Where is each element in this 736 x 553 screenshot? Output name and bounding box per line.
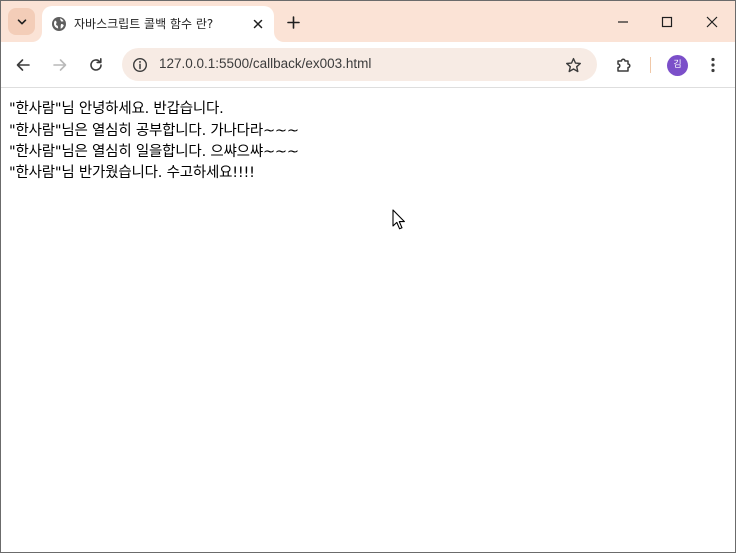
site-info-button[interactable] (129, 54, 150, 75)
plus-icon (286, 15, 300, 29)
back-button[interactable] (9, 51, 37, 79)
output-line: "한사람"님 반가웠습니다. 수고하세요!!!! (9, 165, 255, 181)
globe-icon (52, 17, 66, 31)
bookmark-button[interactable] (562, 54, 584, 76)
arrow-right-icon (53, 59, 67, 71)
tab-close-button[interactable] (249, 15, 267, 33)
reload-icon (90, 58, 102, 71)
browser-window: 자바스크립트 콜백 함수 란? 127.0.0.1:5500/callback/… (0, 0, 736, 553)
tab-strip: 자바스크립트 콜백 함수 란? (1, 1, 735, 42)
toolbar-divider (650, 57, 651, 73)
maximize-button[interactable] (652, 7, 682, 37)
output-line: "한사람"님은 열심히 일을합니다. 으쌰으쌰~~~ (9, 144, 299, 160)
address-bar[interactable]: 127.0.0.1:5500/callback/ex003.html (122, 48, 597, 81)
tab-search-button[interactable] (8, 8, 35, 35)
new-tab-button[interactable] (282, 11, 304, 33)
chevron-down-icon (17, 18, 26, 24)
maximize-icon (661, 16, 673, 28)
url-text[interactable]: 127.0.0.1:5500/callback/ex003.html (159, 56, 371, 71)
close-icon (706, 16, 718, 28)
output-line: "한사람"님 안녕하세요. 반갑습니다. (9, 101, 224, 117)
output-line: "한사람"님은 열심히 공부합니다. 가나다라~~~ (9, 123, 299, 139)
puzzle-icon (617, 58, 631, 72)
tab-title: 자바스크립트 콜백 함수 란? (74, 17, 214, 31)
info-icon (132, 57, 147, 72)
browser-toolbar: 127.0.0.1:5500/callback/ex003.html 김 (1, 42, 735, 88)
close-icon (253, 19, 263, 29)
page-content: "한사람"님 안녕하세요. 반갑습니다. "한사람"님은 열심히 공부합니다. … (1, 89, 735, 552)
forward-button[interactable] (46, 51, 74, 79)
extensions-button[interactable] (612, 53, 636, 77)
menu-button[interactable] (703, 53, 723, 77)
tab-active[interactable]: 자바스크립트 콜백 함수 란? (42, 6, 274, 42)
star-icon (565, 57, 581, 72)
profile-avatar[interactable]: 김 (667, 55, 688, 76)
reload-button[interactable] (82, 51, 110, 79)
more-vertical-icon (711, 57, 715, 73)
minimize-button[interactable] (608, 7, 638, 37)
minimize-icon (618, 21, 628, 23)
arrow-left-icon (16, 59, 30, 71)
window-close-button[interactable] (697, 7, 727, 37)
mouse-cursor-icon (392, 209, 405, 230)
